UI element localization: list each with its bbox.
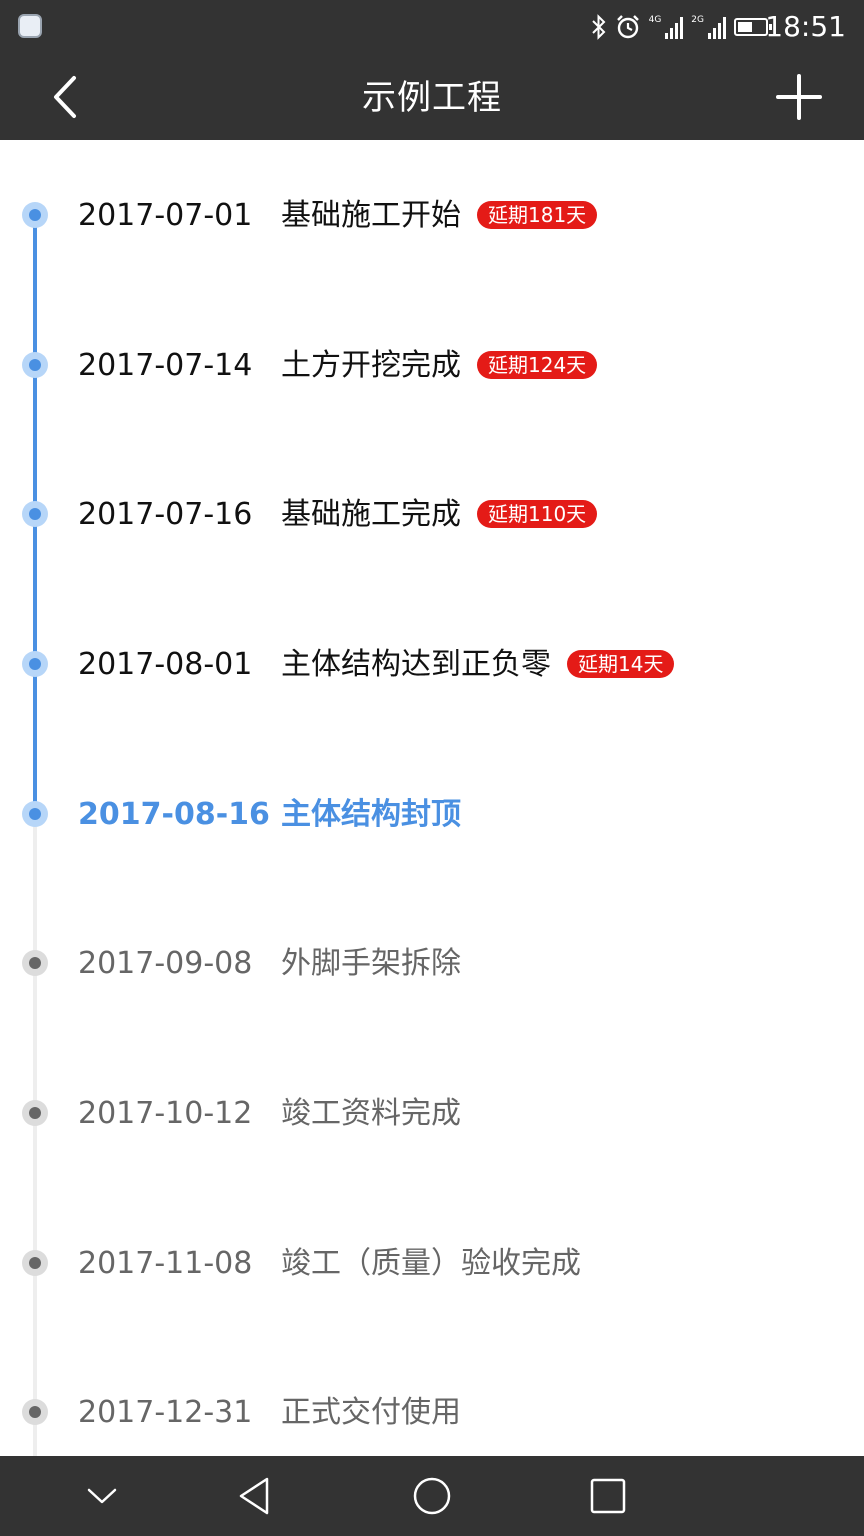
home-button[interactable] xyxy=(410,1474,454,1518)
milestone-name: 主体结构封顶 xyxy=(281,797,461,832)
hide-nav-button[interactable] xyxy=(80,1474,124,1518)
milestone-label: 外脚手架拆除 xyxy=(281,944,461,984)
timeline-dot xyxy=(22,1399,48,1425)
milestone-date: 2017-07-14 xyxy=(78,348,253,383)
delay-badge: 延期14天 xyxy=(567,650,675,678)
milestone-date: 2017-07-01 xyxy=(78,198,253,233)
timeline-dot xyxy=(22,801,48,827)
milestone-item[interactable]: 2017-08-01 主体结构达到正负零 延期14天 xyxy=(0,639,864,699)
milestone-name: 基础施工完成 xyxy=(281,497,461,532)
clock: 18:51 xyxy=(765,10,846,43)
milestone-date: 2017-09-08 xyxy=(78,946,253,981)
home-circle-icon xyxy=(413,1477,451,1515)
page-title: 示例工程 xyxy=(362,78,502,118)
milestone-item-current[interactable]: 2017-08-16 主体结构封顶 xyxy=(0,789,864,849)
signal-icon-sim1: 4G xyxy=(649,15,684,39)
bluetooth-icon xyxy=(591,14,606,40)
milestone-date: 2017-10-12 xyxy=(78,1096,253,1131)
alarm-icon xyxy=(616,15,639,39)
status-icons: 4G 2G xyxy=(591,12,772,42)
milestone-label: 竣工（质量）验收完成 xyxy=(281,1244,581,1284)
timeline-dot xyxy=(22,501,48,527)
milestone-name: 基础施工开始 xyxy=(281,198,461,233)
milestone-name: 主体结构达到正负零 xyxy=(281,647,551,682)
network-type-2: 2G xyxy=(691,15,704,25)
milestone-item[interactable]: 2017-11-08 竣工（质量）验收完成 xyxy=(0,1238,864,1298)
milestone-name: 土方开挖完成 xyxy=(281,348,461,383)
milestone-name: 外脚手架拆除 xyxy=(281,946,461,981)
milestone-date: 2017-12-31 xyxy=(78,1395,253,1430)
milestone-name: 竣工资料完成 xyxy=(281,1096,461,1131)
milestone-label: 基础施工完成 延期110天 xyxy=(281,495,598,535)
chevron-down-icon xyxy=(87,1488,117,1504)
milestone-timeline: 2017-07-01 基础施工开始 延期181天 2017-07-14 土方开挖完… xyxy=(0,140,864,1456)
milestone-item[interactable]: 2017-07-16 基础施工完成 延期110天 xyxy=(0,489,864,549)
milestone-date: 2017-08-16 xyxy=(78,797,270,832)
timeline-dot xyxy=(22,1100,48,1126)
delay-badge: 延期181天 xyxy=(477,201,598,229)
milestone-label: 主体结构封顶 xyxy=(281,795,461,835)
milestone-label: 土方开挖完成 延期124天 xyxy=(281,346,598,386)
milestone-item[interactable]: 2017-12-31 正式交付使用 xyxy=(0,1387,864,1447)
timeline-dot xyxy=(22,352,48,378)
battery-icon xyxy=(734,18,772,36)
milestone-date: 2017-11-08 xyxy=(78,1246,253,1281)
milestone-item[interactable]: 2017-07-14 土方开挖完成 延期124天 xyxy=(0,340,864,400)
delay-badge: 延期110天 xyxy=(477,500,598,528)
timeline-dot xyxy=(22,651,48,677)
status-bar: 4G 2G 18:51 xyxy=(0,0,864,54)
milestone-date: 2017-07-16 xyxy=(78,497,253,532)
timeline-dot xyxy=(22,202,48,228)
back-triangle-icon xyxy=(239,1477,269,1515)
notification-app-icon xyxy=(18,14,42,38)
milestone-item[interactable]: 2017-10-12 竣工资料完成 xyxy=(0,1088,864,1148)
add-milestone-button[interactable] xyxy=(774,72,824,122)
recents-button[interactable] xyxy=(586,1474,630,1518)
milestone-label: 竣工资料完成 xyxy=(281,1094,461,1134)
milestone-name: 正式交付使用 xyxy=(281,1395,461,1430)
network-type-1: 4G xyxy=(648,15,662,25)
plus-icon xyxy=(776,74,822,120)
delay-badge: 延期124天 xyxy=(477,351,598,379)
app-header: 示例工程 xyxy=(0,54,864,140)
timeline-dot xyxy=(22,950,48,976)
milestone-item[interactable]: 2017-07-01 基础施工开始 延期181天 xyxy=(0,190,864,250)
signal-icon-sim2: 2G xyxy=(691,15,726,39)
milestone-label: 正式交付使用 xyxy=(281,1393,461,1433)
milestone-label: 基础施工开始 延期181天 xyxy=(281,196,598,236)
milestone-label: 主体结构达到正负零 延期14天 xyxy=(281,645,675,685)
milestone-name: 竣工（质量）验收完成 xyxy=(281,1246,581,1281)
timeline-dot xyxy=(22,1250,48,1276)
milestone-date: 2017-08-01 xyxy=(78,647,253,682)
recents-square-icon xyxy=(590,1478,626,1514)
system-back-button[interactable] xyxy=(234,1474,278,1518)
system-nav-bar xyxy=(0,1456,864,1536)
milestone-item[interactable]: 2017-09-08 外脚手架拆除 xyxy=(0,938,864,998)
